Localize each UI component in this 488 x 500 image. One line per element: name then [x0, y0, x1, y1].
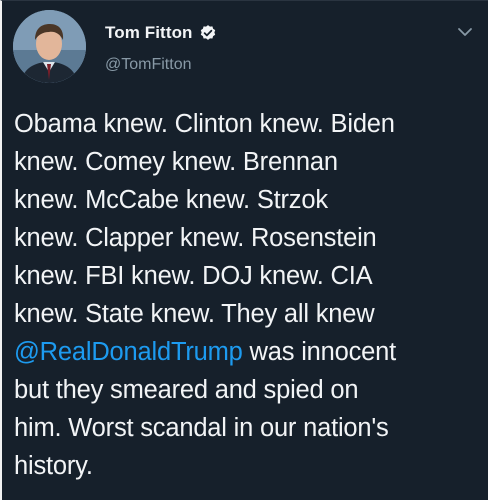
tweet-line: knew. State knew. They all knew [14, 300, 375, 328]
mention-suffix: was innocent [242, 338, 397, 366]
author-name-row: Tom Fitton [105, 23, 217, 43]
tweet-line-mention: @RealDonaldTrump was innocent [14, 333, 480, 371]
tweet-line: but they smeared and spied on [14, 376, 359, 404]
chevron-down-icon[interactable] [456, 25, 474, 39]
profile-photo [13, 10, 86, 83]
tweet-line: history. [14, 452, 93, 480]
tweet-line: knew. Clapper knew. Rosenstein [14, 224, 377, 252]
tweet-line: knew. Comey knew. Brennan [14, 148, 338, 176]
mention-link[interactable]: @RealDonaldTrump [14, 338, 243, 366]
verified-badge-icon [199, 24, 217, 42]
tweet-body: Obama knew. Clinton knew. Biden knew. Co… [14, 105, 480, 485]
tweet-line: him. Worst scandal in our nation's [14, 414, 389, 442]
avatar[interactable] [13, 10, 86, 83]
user-handle[interactable]: @TomFitton [105, 56, 191, 74]
tweet-line: knew. McCabe knew. Strzok [14, 186, 328, 214]
tweet-line: Obama knew. Clinton knew. Biden [14, 110, 395, 138]
tweet-card: Tom Fitton @TomFitton Obama knew. Clinto… [0, 0, 488, 500]
tweet-line: knew. FBI knew. DOJ knew. CIA [14, 262, 373, 290]
display-name[interactable]: Tom Fitton [105, 23, 193, 43]
